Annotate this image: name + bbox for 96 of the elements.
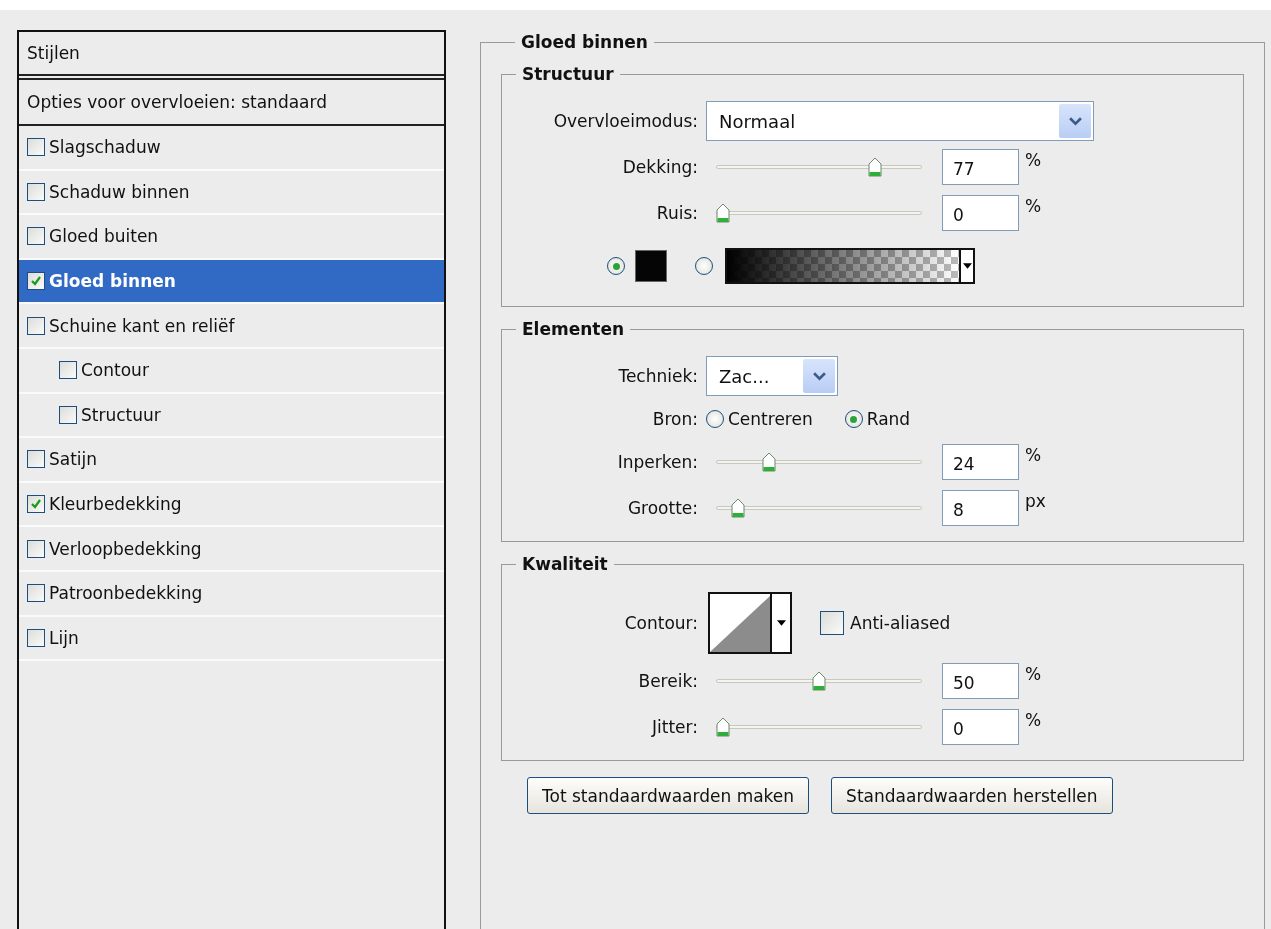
chevron-icon	[803, 359, 835, 393]
field-label: Inperken:	[616, 452, 699, 472]
style-label: Schaduw binnen	[49, 181, 190, 202]
checkbox[interactable]	[27, 138, 45, 157]
style-item[interactable]: Schaduw binnen	[19, 170, 444, 216]
style-label: Verloopbedekking	[49, 538, 202, 559]
style-item[interactable]: Schuine kant en reliëf	[19, 304, 444, 349]
checkbox[interactable]	[27, 539, 45, 558]
slider[interactable]	[716, 452, 922, 472]
unit-label: %	[1025, 445, 1042, 465]
panel-header: Stijlen	[19, 32, 444, 80]
slider-thumb[interactable]	[716, 203, 730, 223]
slider-thumb[interactable]	[812, 671, 826, 691]
checkbox[interactable]	[27, 584, 45, 603]
radio-label: Rand	[866, 409, 911, 429]
technique-dropdown[interactable]: Zac...	[706, 356, 838, 396]
checkbox[interactable]	[27, 450, 45, 469]
field-label: Grootte:	[626, 498, 699, 518]
slider[interactable]	[716, 717, 922, 737]
style-label: Schuine kant en reliëf	[49, 315, 235, 336]
radio-button[interactable]	[844, 410, 863, 428]
value-field[interactable]: 77	[942, 149, 1019, 185]
field-label: Contour:	[623, 613, 699, 633]
unit-label: %	[1025, 150, 1042, 170]
slider[interactable]	[716, 203, 922, 223]
action-button[interactable]: Standaardwaarden herstellen	[831, 777, 1113, 814]
slider-thumb[interactable]	[716, 717, 730, 737]
slider[interactable]	[716, 671, 922, 691]
unit-label: px	[1025, 491, 1046, 511]
group-title: Gloed binnen	[520, 32, 649, 52]
caret-icon	[959, 250, 973, 282]
section-title: Elementen	[521, 319, 626, 339]
value-field[interactable]: 0	[942, 709, 1019, 745]
radio-button[interactable]	[607, 257, 625, 275]
style-item[interactable]: Kleurbedekking	[19, 482, 444, 528]
style-item[interactable]: Verloopbedekking	[19, 527, 444, 572]
radio-label: Centreren	[728, 409, 813, 429]
field-label: Overvloeimodus:	[552, 111, 699, 131]
contour-picker[interactable]	[708, 592, 792, 654]
style-label: Contour	[81, 360, 149, 381]
value-field[interactable]: 8	[942, 490, 1019, 526]
checkbox[interactable]	[27, 227, 45, 246]
slider[interactable]	[716, 157, 922, 177]
style-item[interactable]: Satijn	[19, 438, 444, 483]
section-title: Structuur	[521, 64, 615, 84]
unit-label: %	[1025, 710, 1042, 730]
field-label: Ruis:	[655, 203, 699, 223]
checkbox[interactable]	[27, 316, 45, 335]
field-label: Bron:	[651, 409, 699, 429]
unit-label: %	[1025, 196, 1042, 216]
field-label: Techniek:	[617, 366, 699, 386]
style-item[interactable]: Lijn	[19, 616, 444, 662]
field-label: Bereik:	[637, 671, 699, 691]
slider[interactable]	[716, 498, 922, 518]
chevron-icon	[1059, 104, 1091, 138]
style-label: Lijn	[49, 627, 79, 648]
checkbox-label: Anti-aliased	[850, 613, 951, 633]
check-icon	[30, 275, 42, 288]
style-label: Gloed binnen	[49, 271, 176, 292]
style-item[interactable]: Contour	[19, 348, 444, 394]
section-title: Kwaliteit	[521, 554, 609, 574]
style-label: Kleurbedekking	[49, 494, 182, 515]
curve-icon	[710, 596, 770, 652]
value-field[interactable]: 50	[942, 663, 1019, 699]
action-button[interactable]: Tot standaardwaarden maken	[527, 777, 810, 814]
checkbox[interactable]	[820, 611, 844, 635]
style-item[interactable]: Gloed binnen	[19, 259, 444, 305]
checkbox[interactable]	[59, 405, 77, 424]
blending-options-item[interactable]: Opties voor overvloeien: standaard	[19, 80, 444, 126]
checkbox[interactable]	[27, 495, 45, 514]
slider-thumb[interactable]	[762, 452, 777, 472]
style-label: Satijn	[49, 449, 98, 470]
checkbox[interactable]	[27, 628, 45, 647]
color-swatch[interactable]	[635, 250, 667, 282]
value-field[interactable]: 0	[942, 195, 1019, 231]
value-field[interactable]: 24	[942, 444, 1019, 480]
style-label: Slagschaduw	[49, 137, 161, 158]
blend-mode-dropdown[interactable]: Normaal	[706, 101, 1094, 141]
slider-thumb[interactable]	[731, 498, 746, 518]
checkbox[interactable]	[59, 361, 77, 380]
gradient-picker[interactable]	[725, 248, 975, 284]
slider-thumb[interactable]	[867, 157, 882, 177]
checkbox[interactable]	[27, 182, 45, 201]
field-label: Jitter:	[650, 717, 699, 737]
style-item[interactable]: Slagschaduw	[19, 126, 444, 171]
style-item[interactable]: Structuur	[19, 393, 444, 439]
checkbox[interactable]	[27, 272, 45, 291]
style-label: Structuur	[81, 404, 161, 425]
style-label: Gloed buiten	[49, 226, 159, 247]
check-icon	[30, 498, 42, 511]
radio-button[interactable]	[695, 257, 713, 275]
style-label: Patroonbedekking	[49, 583, 203, 604]
field-label: Dekking:	[621, 157, 699, 177]
radio-button[interactable]	[706, 410, 724, 428]
style-item[interactable]: Patroonbedekking	[19, 571, 444, 617]
unit-label: %	[1025, 664, 1042, 684]
